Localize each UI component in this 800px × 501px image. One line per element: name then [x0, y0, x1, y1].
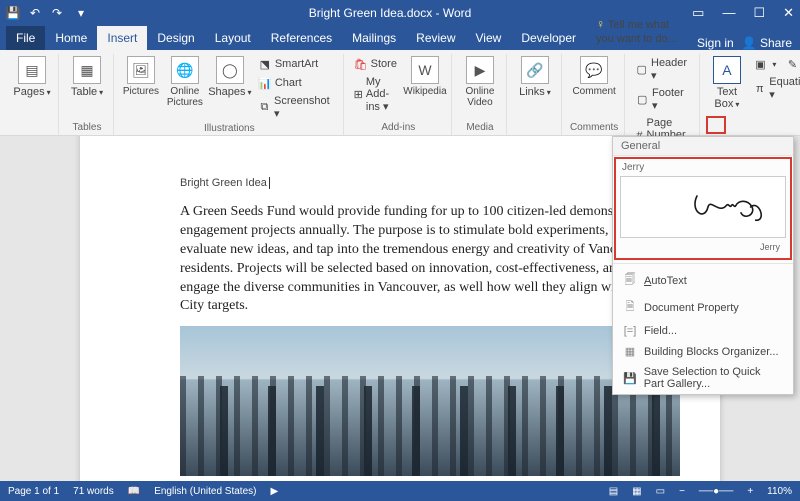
links-button[interactable]: 🔗Links▾ [515, 56, 555, 98]
doc-image-skyline[interactable] [180, 326, 680, 476]
view-read-icon[interactable]: ▤ [609, 486, 618, 497]
view-web-icon[interactable]: ▭ [656, 486, 665, 497]
group-comments: Comments [570, 120, 618, 135]
close-icon[interactable]: ✕ [783, 5, 794, 21]
zoom-out-icon[interactable]: − [679, 486, 685, 497]
qat-more-icon[interactable]: ▾ [74, 6, 88, 20]
tab-view[interactable]: View [466, 26, 512, 50]
smartart-button[interactable]: ⬔SmartArt [256, 56, 337, 72]
sign-in-link[interactable]: Sign in [697, 36, 734, 50]
chart-button[interactable]: 📊Chart [256, 75, 337, 91]
tab-file[interactable]: File [6, 26, 45, 50]
status-macro-icon[interactable]: ▶ [270, 486, 278, 497]
tab-developer[interactable]: Developer [511, 26, 586, 50]
header-button[interactable]: ▢Header ▾ [633, 56, 693, 83]
view-print-icon[interactable]: ▦ [632, 486, 641, 497]
group-media: Media [466, 120, 493, 135]
screenshot-button[interactable]: ⧉Screenshot ▾ [256, 94, 337, 121]
group-illustrations: Illustrations [204, 121, 255, 136]
status-language[interactable]: English (United States) [154, 486, 256, 497]
footer-button[interactable]: ▢Footer ▾ [633, 86, 693, 113]
minimize-icon[interactable]: — [722, 5, 735, 21]
quick-parts-dropdown: General Jerry Jerry 🗐AutoAutoTextText 🗎D… [612, 136, 794, 395]
store-button[interactable]: 🛍Store [352, 56, 399, 72]
table-button[interactable]: ▦Table▾ [67, 56, 107, 98]
tell-me-box[interactable]: ♀Tell me what you want to do... [586, 12, 697, 50]
tab-insert[interactable]: Insert [97, 26, 147, 50]
tab-layout[interactable]: Layout [205, 26, 261, 50]
undo-icon[interactable]: ↶ [28, 6, 42, 20]
signature-preview [620, 176, 786, 238]
dropdown-section-general: General [613, 137, 793, 156]
equation-button[interactable]: πEquation ▾ [751, 75, 800, 102]
ribbon-tabs: File Home Insert Design Layout Reference… [0, 26, 800, 50]
wikipedia-button[interactable]: WWikipedia [405, 56, 445, 97]
gallery-entry-jerry[interactable]: Jerry Jerry [614, 157, 792, 260]
status-words[interactable]: 71 words [73, 486, 114, 497]
menu-save-selection: 💾Save Selection to Quick Part Gallery... [613, 362, 793, 394]
zoom-slider[interactable]: ──●── [699, 486, 733, 497]
comment-button[interactable]: 💬Comment [574, 56, 614, 97]
menu-field[interactable]: [=]Field... [613, 321, 793, 341]
online-video-button[interactable]: ▶Online Video [460, 56, 500, 108]
doc-heading[interactable]: Bright Green Idea [180, 170, 680, 191]
online-pictures-button[interactable]: 🌐Online Pictures [166, 56, 204, 108]
save-icon[interactable]: 💾 [6, 6, 20, 20]
tab-references[interactable]: References [261, 26, 342, 50]
menu-autotext[interactable]: 🗐AutoAutoTextText [613, 267, 793, 294]
maximize-icon[interactable]: ☐ [753, 5, 765, 21]
menu-document-property[interactable]: 🗎Document Property [613, 294, 793, 321]
redo-icon[interactable]: ↷ [50, 6, 64, 20]
zoom-level[interactable]: 110% [767, 486, 792, 497]
tab-home[interactable]: Home [45, 26, 97, 50]
status-spell-icon[interactable]: 📖 [128, 486, 140, 497]
share-button[interactable]: 👤 Share [742, 36, 792, 50]
pictures-button[interactable]: 🖼Pictures [122, 56, 160, 97]
group-addins: Add-ins [381, 120, 415, 135]
tab-design[interactable]: Design [147, 26, 204, 50]
tab-review[interactable]: Review [406, 26, 465, 50]
doc-body[interactable]: A Green Seeds Fund would provide funding… [180, 203, 680, 316]
group-tables: Tables [73, 120, 102, 135]
signature-line-button[interactable]: ✎▾ [783, 56, 800, 72]
zoom-in-icon[interactable]: + [747, 486, 753, 497]
pages-button[interactable]: ▤Pages▾ [12, 56, 52, 98]
my-addins-button[interactable]: ⊞My Add-ins ▾ [352, 75, 399, 114]
status-page[interactable]: Page 1 of 1 [8, 486, 59, 497]
status-bar: Page 1 of 1 71 words 📖 English (United S… [0, 481, 800, 501]
tab-mailings[interactable]: Mailings [342, 26, 406, 50]
shapes-button[interactable]: ◯Shapes▾ [210, 56, 250, 98]
quick-parts-button[interactable]: ▣▾ [751, 56, 778, 72]
ribbon: ▤Pages▾ Tables ▦Table▾ Tables 🖼Pictures … [0, 50, 800, 136]
menu-building-blocks[interactable]: ▦Building Blocks Organizer... [613, 341, 793, 362]
text-box-button[interactable]: AText Box▾ [708, 56, 745, 110]
